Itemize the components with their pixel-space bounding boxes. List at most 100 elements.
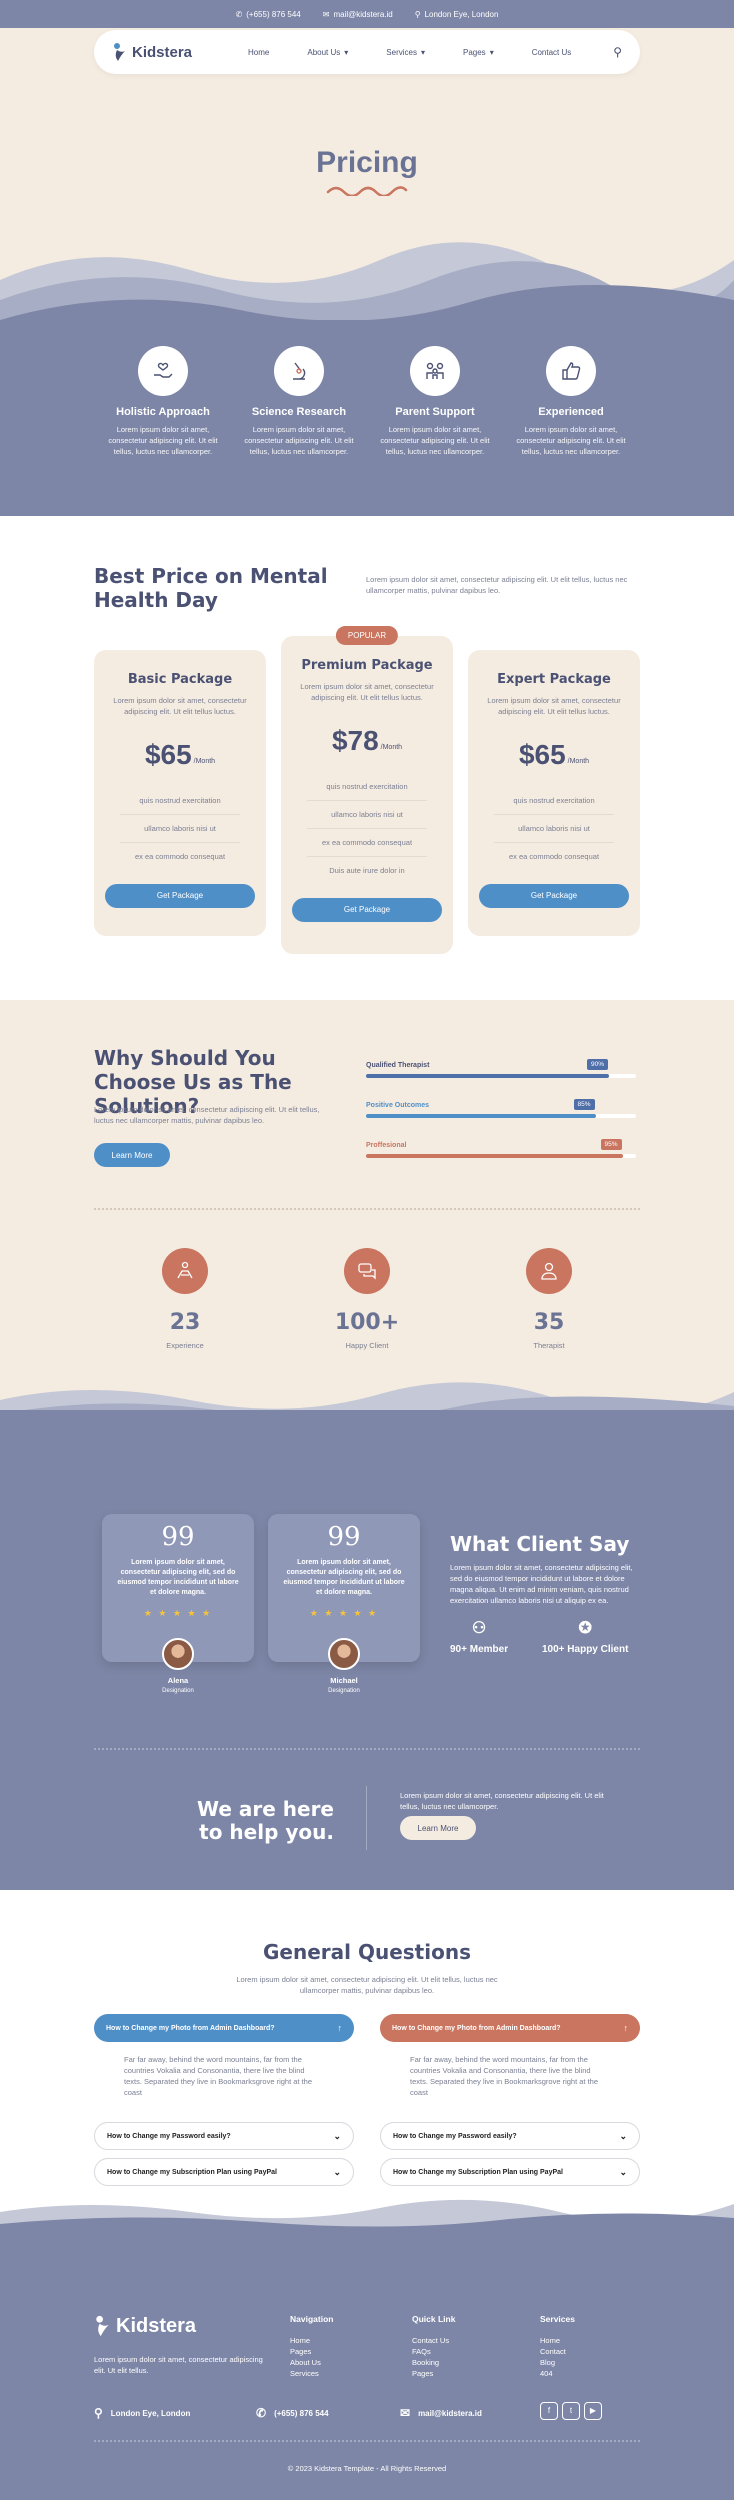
footer: Kidstera Lorem ipsum dolor sit amet, con…: [0, 2230, 734, 2500]
chat-icon: [344, 1248, 390, 1294]
faq-section: General Questions Lorem ipsum dolor sit …: [0, 1890, 734, 2232]
why-section: Why Should You Choose Us as The Solution…: [0, 1000, 734, 1430]
main-nav: Kidstera Home About Us ▾ Services ▾ Pages ▾…: [94, 30, 640, 74]
nav-about[interactable]: About Us ▾: [307, 48, 348, 57]
brand-logo[interactable]: Kidstera: [112, 42, 192, 62]
footer-phone[interactable]: ✆ (+655) 876 544: [256, 2406, 329, 2420]
footer-link[interactable]: 404: [540, 2368, 575, 2379]
footer-link[interactable]: Blog: [540, 2357, 575, 2368]
pricing-card-premium: POPULAR Premium Package Lorem ipsum dolo…: [281, 626, 453, 954]
divider: [94, 1208, 640, 1210]
nav-home[interactable]: Home: [248, 48, 269, 57]
chevron-down-icon: ⌄: [619, 2130, 627, 2141]
nav-services[interactable]: Services ▾: [386, 48, 425, 57]
footer-link[interactable]: Contact: [540, 2346, 575, 2357]
chevron-down-icon: ⌄: [619, 2166, 627, 2177]
topbar-phone[interactable]: ✆ (+655) 876 544: [236, 10, 301, 19]
get-package-button[interactable]: Get Package: [479, 884, 629, 908]
skill-percent: 90%: [587, 1059, 609, 1070]
footer-about: Lorem ipsum dolor sit amet, consectetur …: [94, 2355, 263, 2375]
footer-link[interactable]: FAQs: [412, 2346, 455, 2357]
help-learn-more-button[interactable]: Learn More: [400, 1816, 476, 1840]
skill-fill: [366, 1074, 609, 1078]
footer-link[interactable]: Home: [540, 2335, 575, 2346]
skill-bar: Qualified Therapist 90%: [366, 1059, 636, 1078]
plan-feature: Duis aute irure dolor in: [329, 866, 405, 875]
footer-link[interactable]: Home: [290, 2335, 333, 2346]
plan-desc: Lorem ipsum dolor sit amet, consectetur …: [113, 696, 247, 716]
divider: [94, 1748, 640, 1750]
topbar-email[interactable]: ✉ mail@kidstera.id: [323, 10, 393, 19]
footer-logo[interactable]: Kidstera: [94, 2314, 196, 2338]
feature-holistic: Holistic Approach Lorem ipsum dolor sit …: [98, 346, 228, 457]
testimonial-quote: Lorem ipsum dolor sit amet, consectetur …: [117, 1559, 239, 1596]
feature-title: Experienced: [538, 406, 604, 418]
microscope-icon: [274, 346, 324, 396]
plan-desc: Lorem ipsum dolor sit amet, consectetur …: [487, 696, 621, 716]
squiggle-decoration: [326, 186, 408, 196]
skill-bar: Proffesional 95%: [366, 1139, 636, 1158]
features-section: Holistic Approach Lorem ipsum dolor sit …: [0, 320, 734, 520]
faq-question[interactable]: How to Change my Subscription Plan using…: [94, 2158, 354, 2186]
phone-icon: ✆: [256, 2406, 267, 2420]
popular-badge: POPULAR: [335, 626, 399, 645]
chevron-down-icon: ▾: [420, 47, 425, 57]
get-package-button[interactable]: Get Package: [105, 884, 255, 908]
faq-sub: Lorem ipsum dolor sit amet, consectetur …: [236, 1975, 498, 1995]
divider: [94, 2440, 640, 2442]
faq-question[interactable]: How to Change my Password easily? ⌄: [94, 2122, 354, 2150]
testimonial-author: Michael Designation: [268, 1638, 420, 1694]
footer-link[interactable]: Pages: [412, 2368, 455, 2379]
footer-link[interactable]: About Us: [290, 2357, 333, 2368]
learn-more-button[interactable]: Learn More: [94, 1143, 170, 1167]
chevron-down-icon: ▾: [344, 47, 349, 57]
faq-question-open[interactable]: How to Change my Photo from Admin Dashbo…: [94, 2014, 354, 2042]
get-package-button[interactable]: Get Package: [292, 898, 442, 922]
hero-section: Kidstera Home About Us ▾ Services ▾ Pages ▾…: [0, 28, 734, 328]
hand-heart-icon: [138, 346, 188, 396]
family-icon: [410, 346, 460, 396]
faq-heading: General Questions: [263, 1940, 471, 1964]
chevron-down-icon: ⌄: [333, 2166, 341, 2177]
therapist-icon: [526, 1248, 572, 1294]
feature-parent: Parent Support Lorem ipsum dolor sit ame…: [370, 346, 500, 457]
location-pin-icon: ⚲: [94, 2406, 103, 2420]
twitter-icon[interactable]: t: [562, 2401, 580, 2420]
stat-therapist: 35 Therapist: [499, 1248, 599, 1350]
feature-text: Lorem ipsum dolor sit amet, consectetur …: [108, 425, 218, 456]
plan-price: $65/Month: [518, 739, 590, 770]
feature-text: Lorem ipsum dolor sit amet, consectetur …: [516, 425, 626, 456]
stat-number: 35: [533, 1310, 565, 1335]
plan-feature: ullamco laboris nisi ut: [307, 801, 427, 829]
faq-question[interactable]: How to Change my Subscription Plan using…: [380, 2158, 640, 2186]
footer-link[interactable]: Contact Us: [412, 2335, 455, 2346]
footer-link[interactable]: Pages: [290, 2346, 333, 2357]
vertical-divider: [366, 1786, 367, 1850]
footer-brand: Kidstera: [116, 2314, 197, 2337]
footer-link[interactable]: Booking: [412, 2357, 455, 2368]
plan-feature: ex ea commodo consequat: [134, 852, 226, 861]
pricing-section: Best Price on Mental Health Day Lorem ip…: [0, 516, 734, 1000]
topbar-location-text: London Eye, London: [424, 9, 499, 19]
faq-question[interactable]: How to Change my Password easily? ⌄: [380, 2122, 640, 2150]
footer-col-quick-link: Quick Link Contact Us FAQs Booking Pages: [412, 2314, 456, 2379]
search-icon[interactable]: ⚲: [613, 45, 622, 59]
stat-number: 23: [169, 1310, 201, 1335]
plan-price: $78/Month: [331, 725, 403, 756]
facebook-icon[interactable]: f: [540, 2401, 558, 2420]
plan-name: Expert Package: [497, 672, 611, 687]
faq-answer: Far far away, behind the word mountains,…: [124, 2055, 313, 2097]
top-bar: ✆ (+655) 876 544 ✉ mail@kidstera.id ⚲ Londo…: [0, 0, 734, 28]
testimonial-section: 99 Lorem ipsum dolor sit amet, consectet…: [0, 1410, 734, 1890]
chevron-up-icon: ↑: [337, 2023, 343, 2033]
stat-happy-client: 100+ Happy Client: [317, 1248, 417, 1350]
footer-link[interactable]: Services: [290, 2368, 333, 2379]
footer-email[interactable]: ✉ mail@kidstera.id: [400, 2406, 482, 2420]
skill-fill: [366, 1154, 623, 1158]
plan-feature: quis nostrud exercitation: [494, 787, 614, 815]
faq-question-open[interactable]: How to Change my Photo from Admin Dashbo…: [380, 2014, 640, 2042]
nav-pages[interactable]: Pages ▾: [463, 48, 494, 57]
nav-contact[interactable]: Contact Us: [532, 48, 572, 57]
youtube-icon[interactable]: ▶: [584, 2401, 602, 2420]
plan-feature: ex ea commodo consequat: [307, 829, 427, 857]
